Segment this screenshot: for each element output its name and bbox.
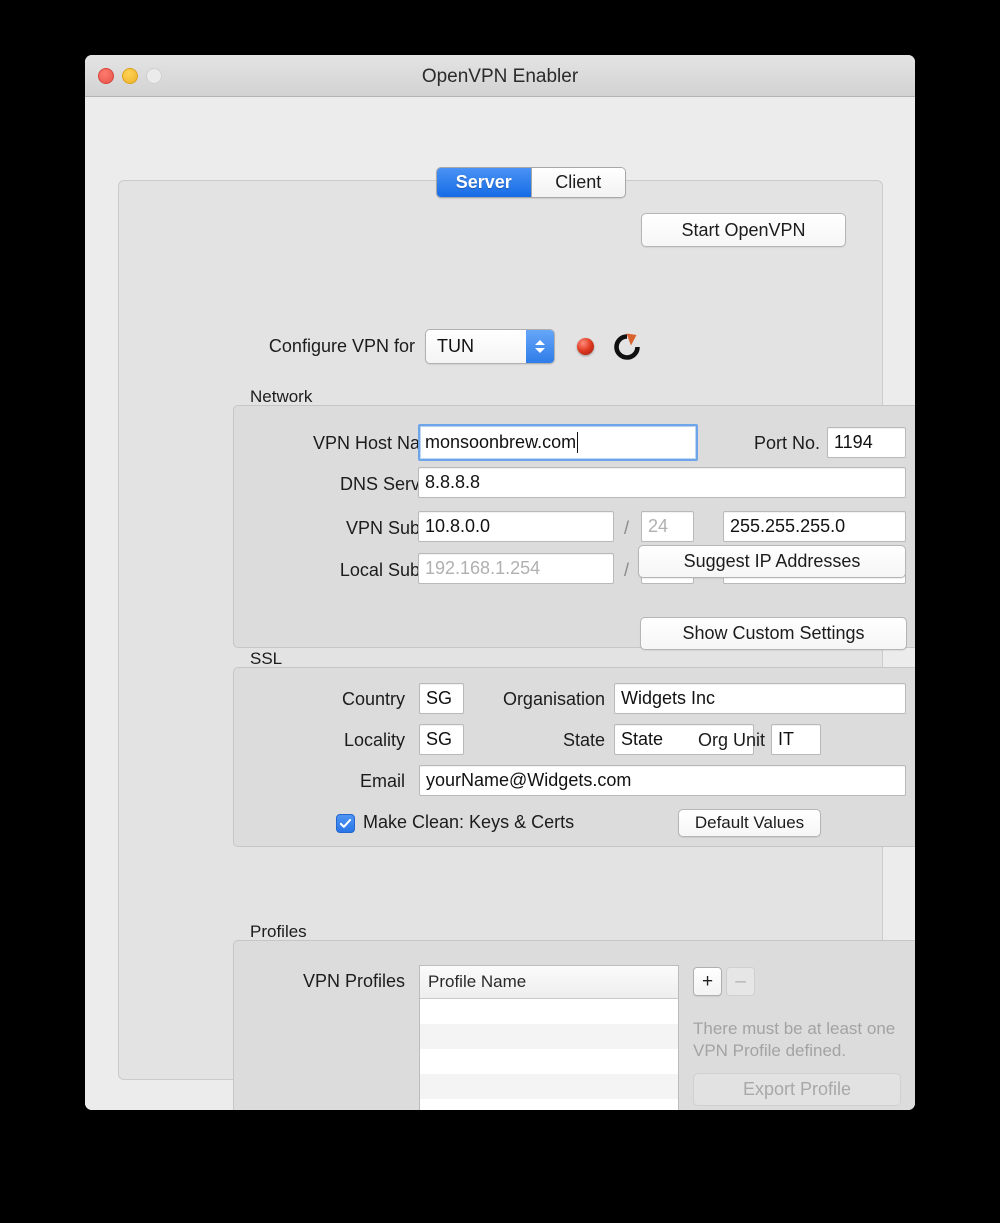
vpn-subnet-cidr-input[interactable]: 24 (641, 511, 694, 542)
check-icon (339, 817, 352, 830)
table-row[interactable] (420, 1024, 678, 1049)
local-subnet-separator: / (624, 560, 629, 581)
table-row[interactable] (420, 1049, 678, 1074)
table-row[interactable] (420, 1099, 678, 1110)
tab-bar: Server Client (436, 167, 626, 198)
port-label: Port No. (685, 433, 820, 454)
show-custom-settings-button[interactable]: Show Custom Settings (640, 617, 907, 650)
start-openvpn-button[interactable]: Start OpenVPN (641, 213, 846, 247)
org-unit-label: Org Unit (675, 730, 765, 751)
default-values-button[interactable]: Default Values (678, 809, 821, 837)
vpn-subnet-separator: / (624, 518, 629, 539)
tab-server[interactable]: Server (437, 168, 531, 197)
locality-input[interactable]: SG (419, 724, 464, 755)
network-group-title: Network (250, 387, 312, 407)
vpn-profiles-label: VPN Profiles (195, 971, 405, 992)
vpn-host-name-label: VPN Host Name (205, 433, 445, 454)
email-label: Email (215, 771, 405, 792)
vpn-subnet-mask-input[interactable]: 255.255.255.0 (723, 511, 906, 542)
dns-servers-input[interactable]: 8.8.8.8 (418, 467, 906, 498)
local-subnet-label: Local Subnet (205, 560, 445, 581)
organisation-label: Organisation (475, 689, 605, 710)
locality-label: Locality (215, 730, 405, 751)
vpn-mode-popup[interactable]: TUN (425, 329, 555, 364)
add-profile-button[interactable]: + (693, 967, 722, 996)
vpn-profiles-table[interactable]: Profile Name (419, 965, 679, 1110)
country-label: Country (215, 689, 405, 710)
state-label: State (485, 730, 605, 751)
org-unit-input[interactable]: IT (771, 724, 821, 755)
status-led-icon (577, 338, 594, 355)
vpn-subnet-label: VPN Subnet (205, 518, 445, 539)
remove-profile-button: – (726, 967, 755, 996)
profiles-helper-text: There must be at least one VPN Profile d… (693, 1018, 908, 1062)
configure-vpn-label: Configure VPN for (160, 336, 415, 357)
vpn-subnet-address-input[interactable]: 10.8.0.0 (418, 511, 614, 542)
ssl-group-title: SSL (250, 649, 282, 669)
suggest-ip-addresses-button[interactable]: Suggest IP Addresses (638, 545, 906, 578)
table-row[interactable] (420, 999, 678, 1024)
port-input[interactable]: 1194 (827, 427, 906, 458)
local-subnet-address-input[interactable]: 192.168.1.254 (418, 553, 614, 584)
chevron-updown-icon (526, 330, 554, 363)
email-input[interactable]: yourName@Widgets.com (419, 765, 906, 796)
tab-client[interactable]: Client (531, 168, 626, 197)
country-input[interactable]: SG (419, 683, 464, 714)
profiles-group-title: Profiles (250, 922, 307, 942)
vpn-mode-value: TUN (426, 336, 474, 357)
profile-name-column-header[interactable]: Profile Name (420, 966, 678, 999)
table-row[interactable] (420, 1074, 678, 1099)
export-profile-button: Export Profile (693, 1073, 901, 1106)
vpn-host-name-value: monsoonbrew.com (425, 432, 576, 453)
make-clean-checkbox[interactable] (336, 814, 355, 833)
organisation-input[interactable]: Widgets Inc (614, 683, 906, 714)
window-content: Server Client Start OpenVPN Configure VP… (85, 97, 915, 1110)
dns-servers-label: DNS Servers (205, 474, 445, 495)
title-bar: OpenVPN Enabler (85, 55, 915, 97)
vpn-host-name-input[interactable]: monsoonbrew.com (418, 424, 698, 461)
text-caret (577, 432, 578, 453)
reload-icon[interactable] (609, 329, 645, 365)
app-window: OpenVPN Enabler Server Client Start Open… (85, 55, 915, 1110)
make-clean-label: Make Clean: Keys & Certs (363, 812, 574, 833)
window-title: OpenVPN Enabler (85, 66, 915, 88)
